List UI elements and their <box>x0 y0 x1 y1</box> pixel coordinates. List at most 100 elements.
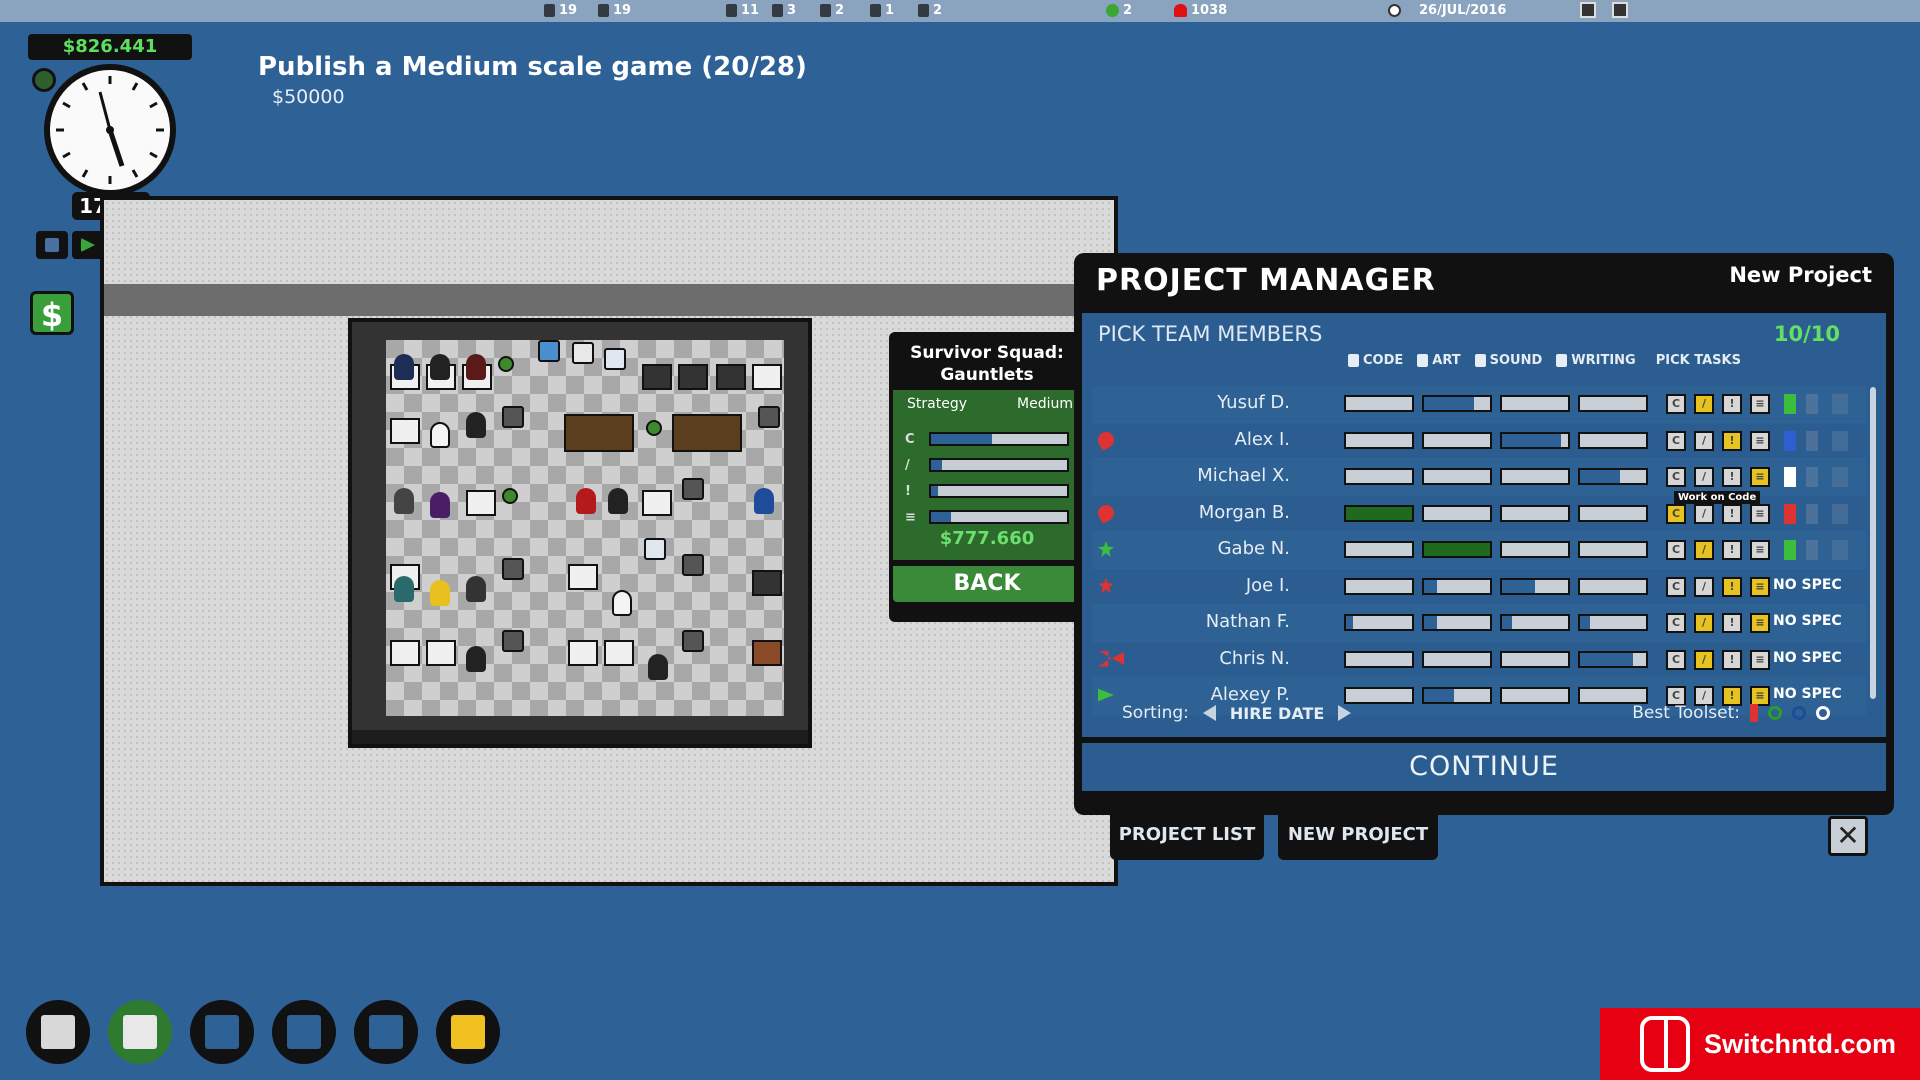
task-art-toggle[interactable]: / <box>1694 430 1714 451</box>
employee[interactable] <box>430 354 450 380</box>
tool-icon[interactable] <box>1784 503 1796 524</box>
desk[interactable] <box>426 640 456 666</box>
tool-icon[interactable] <box>1784 394 1796 414</box>
layout-button[interactable] <box>436 1000 500 1064</box>
task-sound-toggle[interactable]: ! <box>1722 649 1742 670</box>
bench[interactable] <box>752 570 782 596</box>
task-writing-toggle[interactable]: ≡ <box>1750 649 1770 670</box>
toolset-white-icon[interactable] <box>1816 706 1830 720</box>
task-sound-toggle[interactable]: ! <box>1722 503 1742 524</box>
vending-machine[interactable] <box>538 340 560 362</box>
toolset-red-icon[interactable] <box>1750 704 1758 722</box>
employee[interactable] <box>394 354 414 380</box>
close-button[interactable]: ✕ <box>1828 816 1868 856</box>
employee[interactable] <box>466 354 486 380</box>
employee[interactable] <box>648 654 668 680</box>
tool-icon[interactable] <box>1832 394 1848 414</box>
task-sound-toggle[interactable]: ! <box>1722 467 1742 487</box>
task-art-toggle[interactable]: / <box>1694 394 1714 414</box>
member-row[interactable]: Gabe N. C /! ≡ <box>1092 532 1866 569</box>
task-code-toggle[interactable]: C <box>1666 540 1686 560</box>
member-list-scrollbar[interactable] <box>1870 387 1876 699</box>
sort-prev-icon[interactable] <box>1202 705 1216 721</box>
new-project-tool-button[interactable] <box>108 1000 172 1064</box>
tool-icon[interactable] <box>1784 430 1796 451</box>
task-code-toggle[interactable]: C <box>1666 503 1686 524</box>
employee[interactable] <box>394 488 414 514</box>
member-row[interactable]: Chris N. C /! ≡ NO SPEC <box>1092 642 1866 678</box>
task-writing-toggle[interactable]: ≡ <box>1750 430 1770 451</box>
task-code-toggle[interactable]: C <box>1666 613 1686 633</box>
desk[interactable] <box>604 640 634 666</box>
employee[interactable] <box>576 488 596 514</box>
task-sound-toggle[interactable]: ! <box>1722 430 1742 451</box>
desk[interactable] <box>390 418 420 444</box>
tool-icon[interactable] <box>1784 540 1796 560</box>
fridge[interactable] <box>572 342 594 364</box>
task-writing-toggle[interactable]: ≡ <box>1750 503 1770 524</box>
desk[interactable] <box>466 490 496 516</box>
meeting-table[interactable] <box>672 414 742 452</box>
employee[interactable] <box>466 576 486 602</box>
employee[interactable] <box>430 422 450 448</box>
statistics-button[interactable] <box>190 1000 254 1064</box>
task-writing-toggle[interactable]: ≡ <box>1750 540 1770 560</box>
task-code-toggle[interactable]: C <box>1666 394 1686 414</box>
desk[interactable] <box>642 490 672 516</box>
task-code-toggle[interactable]: C <box>1666 467 1686 487</box>
employee[interactable] <box>466 646 486 672</box>
employee[interactable] <box>394 576 414 602</box>
back-button[interactable]: BACK <box>893 566 1081 602</box>
meeting-table[interactable] <box>564 414 634 452</box>
bench[interactable] <box>642 364 672 390</box>
tool-icon[interactable] <box>1806 503 1818 524</box>
tool-icon[interactable] <box>1832 503 1848 524</box>
staff-list-button[interactable] <box>354 1000 418 1064</box>
desk[interactable] <box>752 364 782 390</box>
task-art-toggle[interactable]: / <box>1694 576 1714 597</box>
window-icon[interactable] <box>1580 2 1596 18</box>
task-art-toggle[interactable]: / <box>1694 467 1714 487</box>
task-sound-toggle[interactable]: ! <box>1722 576 1742 597</box>
employee[interactable] <box>608 488 628 514</box>
desk[interactable] <box>752 640 782 666</box>
water-cooler[interactable] <box>644 538 666 560</box>
documents-button[interactable] <box>26 1000 90 1064</box>
tool-icon[interactable] <box>1832 430 1848 451</box>
finance-button[interactable]: $ <box>30 291 74 335</box>
office-floor[interactable] <box>386 340 784 716</box>
employee[interactable] <box>430 492 450 518</box>
office-building[interactable] <box>348 318 812 748</box>
tool-icon[interactable] <box>1806 540 1818 560</box>
gear-icon[interactable] <box>32 68 56 92</box>
task-code-toggle[interactable]: C <box>1666 430 1686 451</box>
bench[interactable] <box>678 364 708 390</box>
member-row[interactable]: Yusuf D. C /! ≡ <box>1092 386 1866 423</box>
employee[interactable] <box>612 590 632 616</box>
tool-icon[interactable] <box>1806 467 1818 487</box>
tool-icon[interactable] <box>1806 394 1818 414</box>
tool-icon[interactable] <box>1832 467 1848 487</box>
task-art-toggle[interactable]: / <box>1694 540 1714 560</box>
task-writing-toggle[interactable]: ≡ <box>1750 576 1770 597</box>
employee[interactable] <box>754 488 774 514</box>
tool-icon[interactable] <box>1806 430 1818 451</box>
sort-next-icon[interactable] <box>1338 705 1352 721</box>
new-project-button[interactable]: NEW PROJECT <box>1278 812 1438 860</box>
toolset-blue-icon[interactable] <box>1792 706 1806 720</box>
task-sound-toggle[interactable]: ! <box>1722 394 1742 414</box>
task-sound-toggle[interactable]: ! <box>1722 540 1742 560</box>
task-sound-toggle[interactable]: ! <box>1722 613 1742 633</box>
tool-icon[interactable] <box>1832 540 1848 560</box>
member-row[interactable]: Alex I. C /! ≡ <box>1092 423 1866 459</box>
profile-icon[interactable] <box>1612 2 1628 18</box>
employee[interactable] <box>430 580 450 606</box>
desk[interactable] <box>568 640 598 666</box>
pause-button[interactable] <box>36 231 68 259</box>
continue-button[interactable]: CONTINUE <box>1082 743 1886 791</box>
task-code-toggle[interactable]: C <box>1666 576 1686 597</box>
member-row[interactable]: Joe I. C /! ≡ NO SPEC <box>1092 569 1866 605</box>
toolset-green-icon[interactable] <box>1768 706 1782 720</box>
task-art-toggle[interactable]: / <box>1694 649 1714 670</box>
task-writing-toggle[interactable]: ≡ <box>1750 613 1770 633</box>
